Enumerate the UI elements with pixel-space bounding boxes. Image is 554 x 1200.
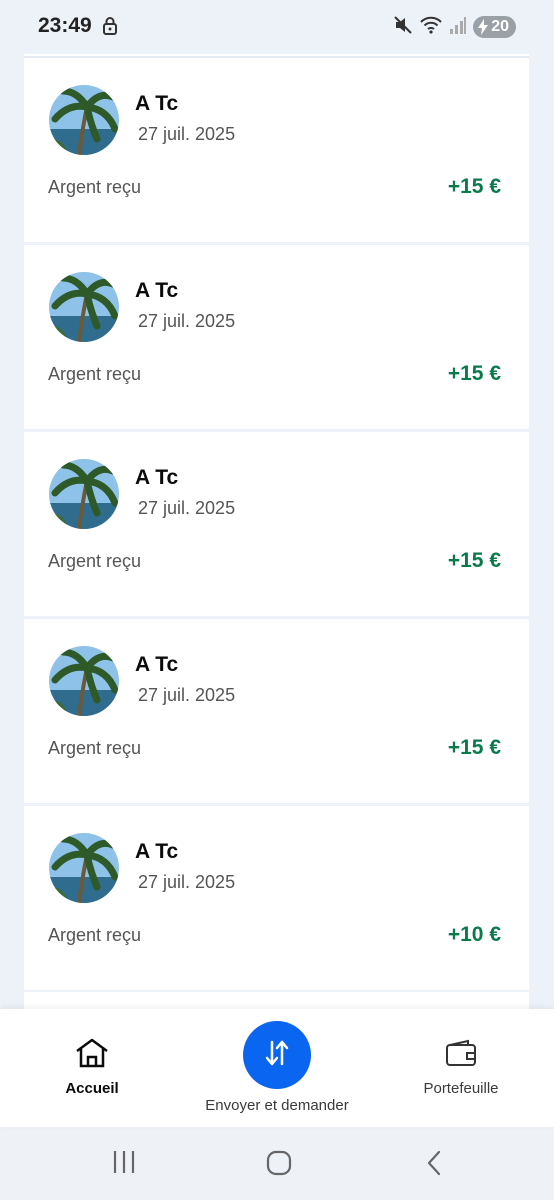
transaction-card[interactable]: A Tc 27 juil. 2025 Argent reçu +10 € (24, 806, 529, 990)
transaction-type: Argent reçu (48, 364, 142, 384)
transaction-date: 27 juil. 2025 (138, 124, 236, 144)
transaction-amount: +15 € (447, 175, 501, 198)
transaction-type: Argent reçu (48, 177, 142, 197)
bottom-nav: Accueil Envoyer et demander Portefeuille (0, 1009, 554, 1127)
system-nav-bar (0, 1127, 554, 1200)
battery-level: 20 (491, 18, 509, 35)
back-icon[interactable] (424, 1149, 444, 1182)
nav-send-label: Envoyer et demander (205, 1097, 349, 1114)
transaction-card[interactable]: A Tc 27 juil. 2025 Argent reçu +15 € (24, 619, 529, 803)
nav-wallet[interactable]: Portefeuille (405, 1039, 517, 1097)
counterparty-name: A Tc (135, 92, 179, 115)
home-icon (74, 1038, 110, 1073)
home-nav-icon[interactable] (265, 1149, 293, 1182)
transaction-date: 27 juil. 2025 (138, 872, 236, 892)
transaction-type: Argent reçu (48, 738, 142, 758)
lock-icon (102, 16, 118, 41)
nav-home-label: Accueil (65, 1080, 119, 1097)
avatar (49, 833, 119, 903)
nav-home[interactable]: Accueil (42, 1037, 142, 1097)
recents-icon[interactable] (112, 1149, 136, 1180)
wifi-icon (419, 15, 443, 40)
status-time: 23:49 (38, 14, 92, 37)
nav-send-request[interactable]: Envoyer et demander (188, 1021, 366, 1114)
counterparty-name: A Tc (135, 653, 179, 676)
wallet-icon (445, 1039, 477, 1071)
transaction-card[interactable]: A Tc 27 juil. 2025 Argent reçu +15 € (24, 245, 529, 429)
transaction-card[interactable]: A Tc 27 juil. 2025 Argent reçu +15 € (24, 58, 529, 242)
avatar (49, 459, 119, 529)
transaction-type: Argent reçu (48, 925, 142, 945)
transaction-amount: +10 € (447, 923, 501, 946)
transaction-amount: +15 € (447, 736, 501, 759)
avatar (49, 85, 119, 155)
status-bar: 23:49 20 (0, 0, 554, 54)
counterparty-name: A Tc (135, 466, 179, 489)
transaction-type: Argent reçu (48, 551, 142, 571)
transaction-date: 27 juil. 2025 (138, 311, 236, 331)
battery-icon: 20 (473, 16, 516, 38)
counterparty-name: A Tc (135, 840, 179, 863)
transaction-date: 27 juil. 2025 (138, 685, 236, 705)
mute-icon (393, 15, 413, 40)
counterparty-name: A Tc (135, 279, 179, 302)
transaction-date: 27 juil. 2025 (138, 498, 236, 518)
transaction-amount: +15 € (447, 362, 501, 385)
transaction-amount: +15 € (447, 549, 501, 572)
avatar (49, 272, 119, 342)
avatar (49, 646, 119, 716)
signal-icon (449, 15, 467, 40)
nav-wallet-label: Portefeuille (423, 1080, 499, 1097)
send-request-icon (262, 1038, 292, 1073)
transaction-card[interactable]: A Tc 27 juil. 2025 Argent reçu +15 € (24, 432, 529, 616)
transaction-list: A Tc 27 juil. 2025 Argent reçu +15 € A T… (24, 58, 529, 993)
send-request-button[interactable] (243, 1021, 311, 1089)
